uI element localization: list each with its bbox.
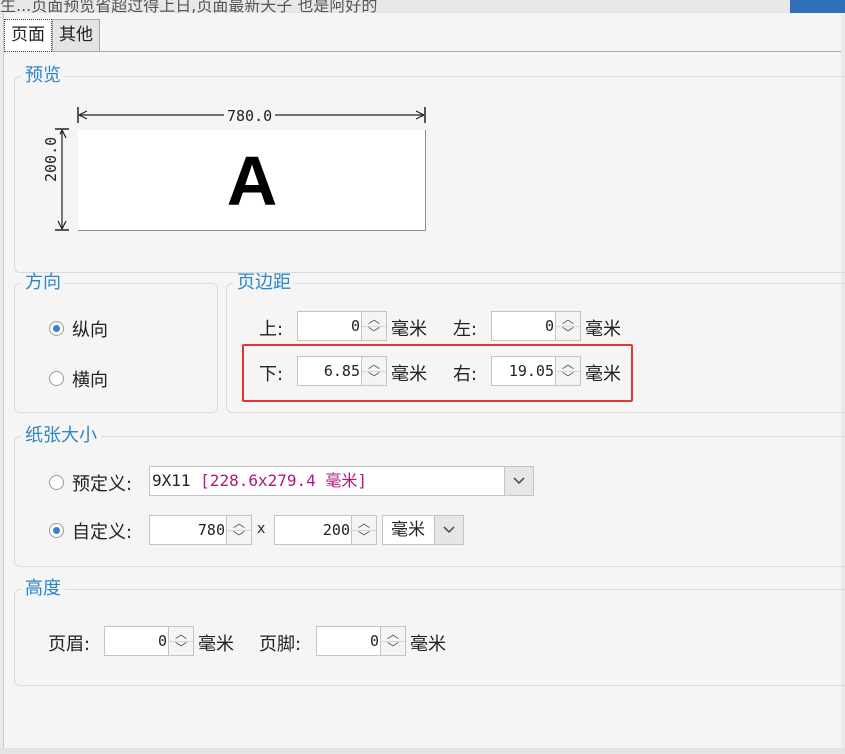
preview-sample-glyph: A: [226, 141, 278, 220]
paper-size-legend: 纸张大小: [25, 425, 97, 446]
preview-height-label: 200.0: [42, 133, 60, 185]
highlight-box: [242, 344, 633, 402]
chevron-up-icon[interactable]: ︿: [362, 312, 386, 327]
chevron-down-icon[interactable]: ﹀: [362, 326, 386, 340]
header-value: 0: [157, 632, 167, 650]
background-text: 生...页面预览省超过得上日,页面最新天子 也是阿好的: [0, 0, 378, 13]
margin-left-label: 左:: [453, 319, 478, 340]
preview-width-label: 780.0: [224, 107, 276, 125]
chevron-down-icon[interactable]: [504, 467, 533, 495]
margin-left-stepper[interactable]: 0 ︿ ﹀: [491, 311, 581, 341]
portrait-radio[interactable]: [49, 321, 64, 336]
footer-label: 页脚:: [259, 634, 302, 655]
custom-radio[interactable]: [49, 523, 64, 538]
preview-legend: 预览: [25, 65, 61, 86]
paper-code: 9X11: [152, 471, 201, 490]
header-stepper[interactable]: 0 ︿ ﹀: [104, 626, 194, 656]
chevron-up-icon[interactable]: ︿: [227, 516, 251, 531]
custom-width-stepper[interactable]: 780 ︿ ﹀: [149, 515, 252, 545]
predefined-radio[interactable]: [49, 475, 64, 490]
background-window-strip: 生...页面预览省超过得上日,页面最新天子 也是阿好的: [0, 0, 845, 13]
unit-select[interactable]: 毫米: [382, 515, 464, 545]
footer-stepper[interactable]: 0 ︿ ﹀: [316, 626, 406, 656]
times-sign: x: [257, 521, 266, 537]
margin-left-value: 0: [544, 317, 554, 335]
chevron-down-icon[interactable]: ﹀: [227, 530, 251, 544]
height-legend: 高度: [25, 578, 61, 599]
tab-bar: 页面 其他: [4, 19, 100, 52]
unit-select-value: 毫米: [391, 520, 425, 540]
header-label: 页眉:: [48, 634, 91, 655]
footer-value: 0: [369, 632, 379, 650]
chevron-down-icon[interactable]: ﹀: [556, 326, 580, 340]
predefined-paper-select[interactable]: 9X11 [228.6x279.4 毫米]: [149, 466, 534, 496]
predefined-label[interactable]: 预定义:: [72, 470, 132, 496]
orientation-group: 方向: [14, 272, 218, 413]
chevron-up-icon[interactable]: ︿: [169, 627, 193, 642]
orientation-legend: 方向: [25, 272, 61, 293]
custom-width-value: 780: [197, 521, 225, 539]
paper-dimensions: [228.6x279.4 毫米]: [200, 471, 368, 490]
chevron-down-icon[interactable]: ﹀: [381, 641, 405, 655]
portrait-label[interactable]: 纵向: [72, 316, 108, 342]
background-bottom-strip: [0, 748, 845, 754]
margin-top-value: 0: [350, 317, 360, 335]
chevron-down-icon[interactable]: ﹀: [169, 641, 193, 655]
margin-top-stepper[interactable]: 0 ︿ ﹀: [297, 311, 387, 341]
margin-top-unit: 毫米: [391, 319, 427, 340]
tab-page[interactable]: 页面: [4, 19, 52, 52]
custom-label[interactable]: 自定义:: [72, 518, 132, 544]
custom-height-value: 200: [322, 521, 350, 539]
tab-divider: [4, 51, 841, 52]
predefined-paper-value: 9X11 [228.6x279.4 毫米]: [152, 467, 367, 495]
margins-legend: 页边距: [237, 272, 291, 293]
landscape-radio[interactable]: [49, 371, 64, 386]
header-unit: 毫米: [198, 634, 234, 655]
preview-canvas: A: [78, 130, 426, 231]
background-button: [790, 0, 845, 13]
custom-height-stepper[interactable]: 200 ︿ ﹀: [274, 515, 377, 545]
paper-size-group: 纸张大小: [14, 425, 845, 567]
chevron-up-icon[interactable]: ︿: [352, 516, 376, 531]
margin-top-label: 上:: [259, 319, 284, 340]
footer-unit: 毫米: [410, 634, 446, 655]
landscape-label[interactable]: 横向: [72, 366, 108, 392]
chevron-up-icon[interactable]: ︿: [381, 627, 405, 642]
margin-left-unit: 毫米: [585, 319, 621, 340]
chevron-up-icon[interactable]: ︿: [556, 312, 580, 327]
page-setup-dialog: 页面 其他 预览 780.0 200.0 A 方向 纵向 横向 页边距 上: 0: [3, 13, 845, 754]
tab-other[interactable]: 其他: [52, 19, 100, 51]
chevron-down-icon[interactable]: [434, 516, 463, 544]
chevron-down-icon[interactable]: ﹀: [352, 530, 376, 544]
